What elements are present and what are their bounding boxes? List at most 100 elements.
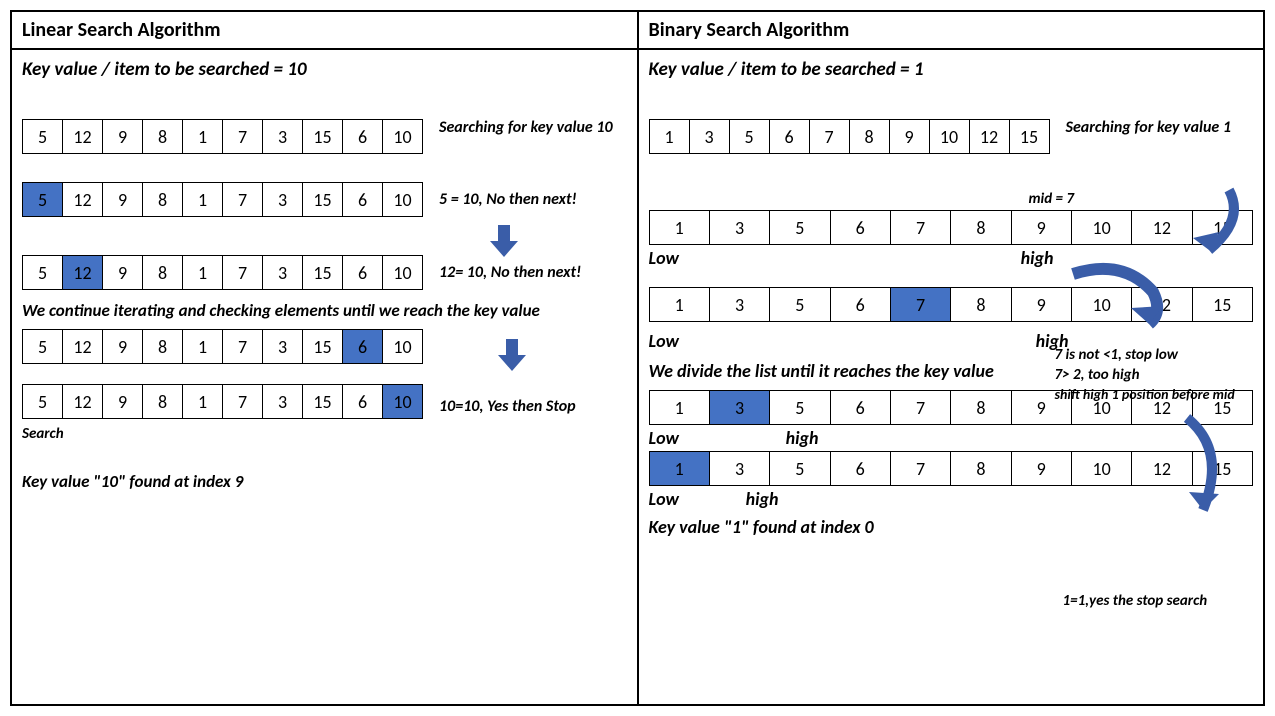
array-cell: 6: [343, 385, 383, 419]
array-cell: 10: [1071, 452, 1131, 486]
array-cell: 1: [649, 288, 709, 322]
linear-caption-1: Searching for key value 10: [439, 118, 613, 137]
array-cell: 8: [143, 385, 183, 419]
binary-subtitle: Key value / item to be searched = 1: [649, 58, 1254, 81]
array-cell: 1: [183, 256, 223, 290]
down-arrow-2-wrap: [492, 335, 532, 375]
linear-row-1: 5129817315610 Searching for key value 10: [22, 119, 627, 154]
array-cell: 15: [1192, 452, 1252, 486]
array-cell: 12: [1132, 452, 1192, 486]
binary-mid-label: mid = 7: [1029, 190, 1254, 208]
high-label: high: [746, 488, 779, 510]
array-cell: 6: [343, 120, 383, 154]
array-cell: 10: [383, 183, 423, 217]
array-cell: 8: [143, 120, 183, 154]
array-cell: 15: [1009, 120, 1049, 154]
array-cell: 5: [770, 391, 830, 425]
array-cell: 7: [890, 211, 950, 245]
array-cell: 7: [223, 256, 263, 290]
array-cell: 10: [929, 120, 969, 154]
array-cell: 15: [303, 330, 343, 364]
array-cell: 8: [951, 452, 1011, 486]
array-cell: 3: [689, 120, 729, 154]
array-cell: 5: [23, 183, 63, 217]
array-cell: 1: [183, 385, 223, 419]
array-cell: 12: [63, 183, 103, 217]
array-cell: 6: [830, 211, 890, 245]
array-cell: 15: [1192, 211, 1252, 245]
binary-row-1: 1356789101215 Searching for key value 1: [649, 119, 1254, 154]
array-cell: 7: [890, 452, 950, 486]
array-cell: 5: [770, 452, 830, 486]
array-cell: 10: [383, 330, 423, 364]
array-cell: 3: [709, 211, 769, 245]
array-cell: 6: [769, 120, 809, 154]
array-cell: 8: [143, 183, 183, 217]
array-cell: 12: [63, 330, 103, 364]
array-cell: 10: [1071, 211, 1131, 245]
array-cell: 3: [709, 391, 769, 425]
linear-found: Key value "10" found at index 9: [22, 471, 627, 492]
array-cell: 9: [103, 256, 143, 290]
low-label: Low: [649, 330, 679, 352]
array-cell: 12: [969, 120, 1009, 154]
array-cell: 9: [103, 330, 143, 364]
array-cell: 5: [23, 330, 63, 364]
array-cell: 8: [143, 330, 183, 364]
array-cell: 7: [809, 120, 849, 154]
binary-step-5: 1356789101215 Low high: [649, 451, 1254, 516]
array-cell: 3: [709, 452, 769, 486]
array-cell: 7: [223, 120, 263, 154]
array-cell: 7: [223, 385, 263, 419]
binary-header: Binary Search Algorithm: [639, 12, 1264, 50]
linear-subtitle: Key value / item to be searched = 10: [22, 58, 627, 81]
low-label: Low: [649, 488, 679, 510]
array-cell: 15: [303, 183, 343, 217]
array-cell: 7: [223, 183, 263, 217]
array-cell: 3: [709, 288, 769, 322]
array-cell: 12: [63, 256, 103, 290]
binary-step-2: mid = 7 1356789101215 Low high: [649, 190, 1254, 275]
array-cell: 8: [951, 391, 1011, 425]
array-cell: 8: [951, 288, 1011, 322]
binary-array-3: 1356789101215: [649, 287, 1254, 322]
array-cell: 6: [830, 288, 890, 322]
array-cell: 9: [1011, 211, 1071, 245]
array-cell: 5: [770, 288, 830, 322]
array-cell: 1: [649, 120, 689, 154]
array-cell: 3: [263, 120, 303, 154]
array-cell: 5: [729, 120, 769, 154]
array-cell: 12: [1132, 211, 1192, 245]
linear-iterate-note: We continue iterating and checking eleme…: [22, 300, 627, 321]
array-cell: 3: [263, 330, 303, 364]
binary-body: Key value / item to be searched = 1 1356…: [639, 50, 1264, 704]
array-cell: 1: [183, 183, 223, 217]
binary-note-1: 7 is not <1, stop low: [1055, 346, 1178, 364]
array-cell: 10: [383, 120, 423, 154]
array-cell: 1: [649, 391, 709, 425]
down-arrow-icon: [492, 335, 532, 375]
array-cell: 8: [951, 211, 1011, 245]
binary-stop-note: 1=1,yes the stop search: [1063, 592, 1208, 610]
array-cell: 3: [263, 385, 303, 419]
array-cell: 5: [23, 120, 63, 154]
array-cell: 6: [343, 183, 383, 217]
linear-array-5: 5129817315610: [22, 384, 423, 419]
linear-caption-5: 10=10, Yes then Stop: [439, 397, 576, 416]
array-cell: 6: [830, 391, 890, 425]
array-cell: 9: [103, 385, 143, 419]
linear-caption-3: 12= 10, No then next!: [439, 263, 581, 282]
linear-row-2: 5129817315610 5 = 10, No then next!: [22, 182, 627, 217]
linear-array-4: 5129817315610: [22, 329, 423, 364]
linear-row-3: 5129817315610 12= 10, No then next!: [22, 255, 627, 290]
comparison-frame: Linear Search Algorithm Key value / item…: [10, 10, 1265, 706]
array-cell: 12: [63, 385, 103, 419]
array-cell: 9: [889, 120, 929, 154]
binary-array-5: 1356789101215: [649, 451, 1254, 486]
array-cell: 3: [263, 256, 303, 290]
array-cell: 6: [343, 330, 383, 364]
array-cell: 15: [303, 120, 343, 154]
array-cell: 9: [103, 120, 143, 154]
array-cell: 1: [649, 211, 709, 245]
array-cell: 6: [343, 256, 383, 290]
